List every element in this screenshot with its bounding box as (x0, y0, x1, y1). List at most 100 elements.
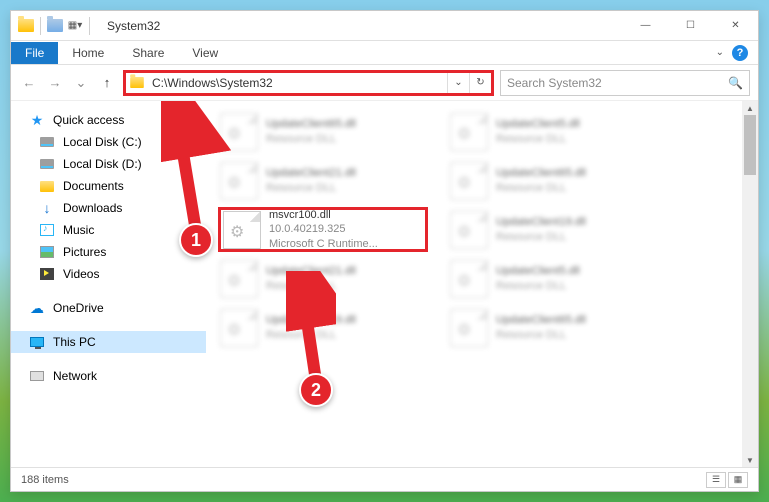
scroll-thumb[interactable] (744, 115, 756, 175)
dll-icon: ⚙ (450, 113, 488, 151)
cloud-icon: ☁ (29, 300, 45, 316)
file-item[interactable]: ⚙ UpdateClient65.dllResource DLL (448, 305, 658, 350)
label: Network (53, 369, 97, 383)
view-toggle-icon[interactable]: ▦▾ (66, 17, 84, 35)
search-icon[interactable]: 🔍 (728, 76, 743, 90)
file-meta: Resource DLL (496, 132, 580, 146)
file-name: UpdateClient65.dll (496, 313, 586, 327)
explorer-window: ▦▾ System32 — ☐ ✕ File Home Share View ⌄… (10, 10, 759, 492)
sidebar-quick-access[interactable]: ★ Quick access (11, 109, 206, 131)
file-item[interactable]: ⚙ UpdateClient5.dllResource DLL (448, 256, 658, 301)
download-icon: ↓ (39, 200, 55, 216)
file-meta: Resource DLL (496, 230, 586, 244)
label: OneDrive (53, 301, 104, 315)
videos-icon (39, 266, 55, 282)
file-name: UpdateClient65.dll (266, 117, 356, 131)
file-meta: Resource DLL (496, 279, 580, 293)
search-input[interactable] (507, 76, 728, 90)
label: Music (63, 223, 94, 237)
label: Local Disk (D:) (63, 157, 142, 171)
sidebar-item-videos[interactable]: Videos (11, 263, 206, 285)
maximize-button[interactable]: ☐ (668, 11, 713, 41)
navigation-pane: ★ Quick access Local Disk (C:) Local Disk… (11, 101, 206, 467)
sidebar-item-music[interactable]: Music (11, 219, 206, 241)
tab-share[interactable]: Share (118, 42, 178, 64)
sidebar-item-downloads[interactable]: ↓Downloads (11, 197, 206, 219)
separator (89, 17, 90, 35)
ribbon-tabs: File Home Share View ⌄ ? (11, 41, 758, 65)
file-item[interactable]: ⚙UpdateClient65.dllResource DLL (448, 158, 658, 203)
help-icon[interactable]: ? (732, 45, 748, 61)
dll-icon: ⚙ (223, 211, 261, 249)
file-item-msvcr100[interactable]: ⚙msvcr100.dll10.0.40219.325Microsoft C R… (218, 207, 428, 252)
dll-icon: ⚙ (450, 211, 488, 249)
label: Local Disk (C:) (63, 135, 142, 149)
disk-icon (39, 156, 55, 172)
sidebar-item-documents[interactable]: Documents (11, 175, 206, 197)
search-box[interactable]: 🔍 (500, 70, 750, 96)
up-button[interactable]: ↑ (97, 73, 117, 93)
window-title: System32 (99, 19, 623, 33)
file-meta: Resource DLL (496, 328, 586, 342)
file-meta: Resource DLL (266, 328, 356, 342)
file-item[interactable]: ⚙ UpdateClient21.dllResource DLL (218, 256, 428, 301)
refresh-button[interactable]: ↻ (469, 73, 491, 93)
history-dropdown[interactable]: ⌄ (71, 73, 91, 93)
folder-icon (39, 178, 55, 194)
tab-file[interactable]: File (11, 42, 58, 64)
sidebar-item-local-disk-d[interactable]: Local Disk (D:) (11, 153, 206, 175)
address-bar[interactable]: C:\Windows\System32 ⌄ ↻ (123, 70, 494, 96)
folder-icon (17, 17, 35, 35)
file-item[interactable]: ⚙UpdateClient21.dllResource DLL (218, 158, 428, 203)
tab-view[interactable]: View (178, 42, 232, 64)
file-item[interactable]: ⚙UpdateClient5.dllResource DLL (448, 109, 658, 154)
label: This PC (53, 335, 96, 349)
folder-icon (126, 73, 148, 93)
file-meta: Resource DLL (266, 279, 356, 293)
label: Documents (63, 179, 124, 193)
minimize-button[interactable]: — (623, 11, 668, 41)
dll-icon: ⚙ (220, 260, 258, 298)
sidebar-item-pictures[interactable]: Pictures (11, 241, 206, 263)
file-item[interactable]: ⚙ UpdateClient65.dllResource DLL (218, 109, 428, 154)
vertical-scrollbar[interactable]: ▲ ▼ (742, 101, 758, 467)
scroll-up-icon[interactable]: ▲ (742, 101, 758, 115)
dll-icon: ⚙ (220, 113, 258, 151)
body: ★ Quick access Local Disk (C:) Local Disk… (11, 101, 758, 467)
item-count: 188 items (21, 474, 69, 486)
sidebar-network[interactable]: Network (11, 365, 206, 387)
sidebar-item-local-disk-c[interactable]: Local Disk (C:) (11, 131, 206, 153)
close-button[interactable]: ✕ (713, 11, 758, 41)
tab-home[interactable]: Home (58, 42, 118, 64)
file-name: UpdateClient19.dll (266, 313, 356, 327)
expand-ribbon-icon[interactable]: ⌄ (716, 47, 724, 58)
file-version: 10.0.40219.325 (269, 222, 378, 236)
file-meta: Resource DLL (496, 181, 586, 195)
address-dropdown-icon[interactable]: ⌄ (447, 73, 469, 93)
file-item[interactable]: ⚙UpdateClient19.dllResource DLL (448, 207, 658, 252)
dll-icon: ⚙ (450, 260, 488, 298)
icons-view-button[interactable]: ▦ (728, 472, 748, 488)
details-view-button[interactable]: ☰ (706, 472, 726, 488)
window-controls: — ☐ ✕ (623, 11, 758, 41)
file-name: UpdateClient5.dll (496, 264, 580, 278)
address-path[interactable]: C:\Windows\System32 (148, 76, 447, 90)
sidebar-this-pc[interactable]: This PC (11, 331, 206, 353)
star-icon: ★ (29, 112, 45, 128)
file-meta: Resource DLL (266, 181, 356, 195)
label: Quick access (53, 113, 124, 127)
forward-button[interactable]: → (45, 73, 65, 93)
properties-icon[interactable] (46, 17, 64, 35)
back-button[interactable]: ← (19, 73, 39, 93)
dll-icon: ⚙ (220, 309, 258, 347)
label: Videos (63, 267, 99, 281)
music-icon (39, 222, 55, 238)
dll-icon: ⚙ (450, 309, 488, 347)
file-meta: Resource DLL (266, 132, 356, 146)
scroll-down-icon[interactable]: ▼ (742, 453, 758, 467)
dll-icon: ⚙ (220, 162, 258, 200)
file-item[interactable]: ⚙ UpdateClient19.dllResource DLL (218, 305, 428, 350)
file-name: UpdateClient65.dll (496, 166, 586, 180)
file-name: UpdateClient21.dll (266, 264, 356, 278)
sidebar-onedrive[interactable]: ☁ OneDrive (11, 297, 206, 319)
